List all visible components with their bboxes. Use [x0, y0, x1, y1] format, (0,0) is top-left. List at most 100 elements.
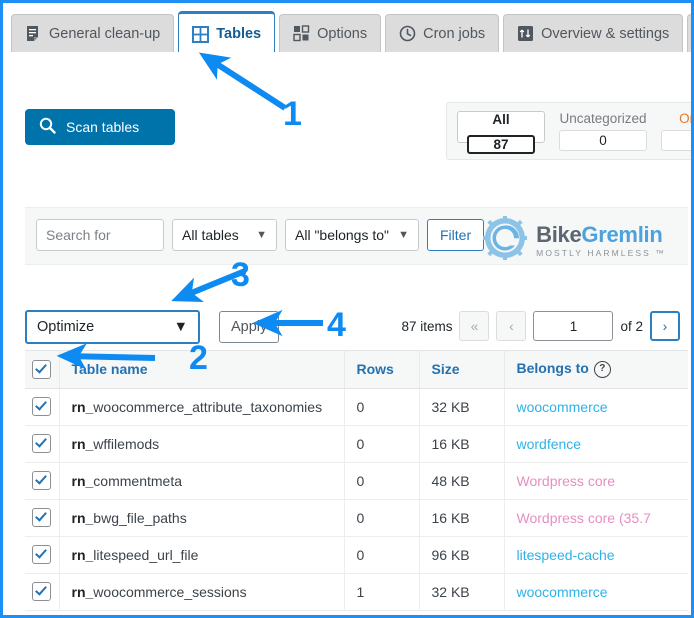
clock-icon: [399, 25, 416, 42]
row-checkbox[interactable]: [32, 582, 52, 601]
row-checkbox[interactable]: [32, 545, 52, 564]
first-page-button[interactable]: «: [459, 311, 490, 341]
row-checkbox-cell: [25, 462, 60, 500]
header-size[interactable]: Size: [419, 351, 505, 389]
count-uncategorized[interactable]: Uncategorized 0: [559, 111, 647, 151]
tab-label: General clean-up: [49, 25, 161, 42]
bulk-action-row: Optimize ▼ Apply 87 items « ‹ 1 of 2 ›: [25, 307, 688, 349]
row-checkbox-cell: [25, 388, 60, 426]
filter-button-label: Filter: [440, 227, 472, 243]
chevron-down-icon: ▼: [173, 319, 188, 335]
cell-belongs-to[interactable]: woocommerce: [504, 573, 688, 611]
cell-rows: 0: [344, 499, 420, 537]
count-uncategorized-label: Uncategorized: [559, 111, 647, 126]
search-icon: [39, 117, 56, 137]
cell-table-name: rn_wffilemods: [59, 425, 345, 463]
items-count: 87 items: [401, 318, 453, 334]
tab-tables[interactable]: Tables: [178, 11, 276, 52]
cell-belongs-to[interactable]: litespeed-cache: [504, 536, 688, 574]
cell-belongs-to[interactable]: Wordpress core: [504, 462, 688, 500]
scan-tables-button[interactable]: Scan tables: [25, 109, 175, 145]
category-counts: All 87 Uncategorized 0 Orphans 0: [446, 102, 694, 160]
table-name-prefix: rn_: [71, 398, 94, 415]
cell-table-name: rn_woocommerce_attribute_taxonomies: [59, 388, 345, 426]
row-checkbox[interactable]: [32, 397, 52, 416]
cell-table-name: rn_commentmeta: [59, 462, 345, 500]
tab-panel-tables: Scan tables All 87 Uncategorized 0 Orpha…: [3, 52, 691, 615]
row-checkbox[interactable]: [32, 434, 52, 453]
table-name-value: wffilemods: [93, 435, 160, 452]
search-input[interactable]: Search for: [36, 219, 164, 251]
gear-g-icon: [483, 216, 528, 265]
bulk-action-select[interactable]: Optimize ▼: [25, 310, 200, 344]
filter-button[interactable]: Filter: [427, 219, 485, 251]
tab-general-clean-up[interactable]: General clean-up: [11, 14, 175, 52]
tab-cron-jobs[interactable]: Cron jobs: [385, 14, 500, 52]
header-belongs-to[interactable]: Belongs to?: [504, 351, 688, 389]
count-all-value: 87: [467, 135, 535, 154]
bulk-action-value: Optimize: [37, 319, 95, 335]
row-checkbox[interactable]: [32, 471, 52, 490]
tables-list: Table name Rows Size Belongs to? rn_wooc…: [25, 350, 688, 615]
tab-label: Options: [317, 25, 368, 42]
next-page-button[interactable]: ›: [650, 311, 680, 341]
options-squares-icon: [293, 25, 310, 42]
grid-table-icon: [192, 25, 210, 43]
table-name-value: woocommerce_attribute_taxonomies: [93, 398, 323, 415]
prev-page-button[interactable]: ‹: [496, 311, 527, 341]
page-total-label: of 2: [620, 318, 643, 334]
tab-overview-settings[interactable]: Overview & settings: [503, 14, 684, 52]
row-checkbox-cell: [25, 425, 60, 463]
count-all[interactable]: All 87: [457, 111, 545, 154]
select-all-header: [25, 351, 60, 389]
cell-size: 32 KB: [419, 573, 505, 611]
document-list-icon: [25, 25, 42, 42]
tab-label: Cron jobs: [423, 25, 486, 42]
all-tables-select[interactable]: All tables ▼: [172, 219, 277, 251]
row-checkbox-cell: [25, 536, 60, 574]
header-rows[interactable]: Rows: [344, 351, 420, 389]
header-table-name[interactable]: Table name: [59, 351, 345, 389]
row-checkbox-cell: [25, 499, 60, 537]
table-row[interactable]: rn_wffilemods 0 16 KB wordfence: [25, 425, 688, 463]
chevron-down-icon: ▼: [398, 229, 409, 241]
cell-table-name: rn_bwg_file_paths: [59, 499, 345, 537]
cell-table-name: rn_litespeed_url_file: [59, 536, 345, 574]
belongs-to-select-value: All "belongs to": [295, 227, 389, 243]
logo-gremlin: Gremlin: [581, 221, 663, 247]
pagination: 87 items « ‹ 1 of 2 ›: [401, 311, 680, 341]
table-row[interactable]: rn_commentmeta 0 48 KB Wordpress core: [25, 462, 688, 500]
belongs-to-select[interactable]: All "belongs to" ▼: [285, 219, 419, 251]
page-number-input[interactable]: 1: [533, 311, 614, 341]
table-row[interactable]: rn_woocommerce_sessions 1 32 KB woocomme…: [25, 573, 688, 611]
table-row[interactable]: rn_bwg_file_paths 0 16 KB Wordpress core…: [25, 499, 688, 537]
table-body: rn_woocommerce_attribute_taxonomies 0 32…: [25, 388, 688, 611]
tab-license[interactable]: Licen: [687, 14, 691, 52]
count-orphans[interactable]: Orphans 0: [661, 111, 694, 151]
cell-rows: 0: [344, 536, 420, 574]
logo-wordmark: BikeGremlin: [536, 221, 666, 247]
apply-button[interactable]: Apply: [219, 311, 280, 343]
table-name-prefix: rn_: [71, 472, 94, 489]
cell-rows: 0: [344, 425, 420, 463]
table-name-value: bwg_file_paths: [93, 509, 187, 526]
select-all-checkbox[interactable]: [32, 359, 52, 379]
count-all-label: All: [492, 112, 510, 127]
row-checkbox[interactable]: [32, 508, 52, 527]
table-row[interactable]: rn_woocommerce_attribute_taxonomies 0 32…: [25, 388, 688, 426]
cell-belongs-to[interactable]: woocommerce: [504, 388, 688, 426]
cell-table-name: rn_woocommerce_sessions: [59, 573, 345, 611]
cell-size: 96 KB: [419, 536, 505, 574]
count-orphans-label: Orphans: [679, 111, 694, 126]
sliders-icon: [517, 25, 534, 42]
tab-options[interactable]: Options: [279, 14, 382, 52]
search-input-placeholder: Search for: [46, 227, 111, 243]
cell-belongs-to[interactable]: Wordpress core (35.7: [504, 499, 688, 537]
row-checkbox-cell: [25, 573, 60, 611]
table-row[interactable]: rn_litespeed_url_file 0 96 KB litespeed-…: [25, 536, 688, 574]
table-name-prefix: rn_: [71, 546, 94, 563]
help-icon[interactable]: ?: [593, 361, 611, 379]
table-name-prefix: rn_: [71, 435, 94, 452]
chevron-down-icon: ▼: [256, 229, 267, 241]
cell-belongs-to[interactable]: wordfence: [504, 425, 688, 463]
